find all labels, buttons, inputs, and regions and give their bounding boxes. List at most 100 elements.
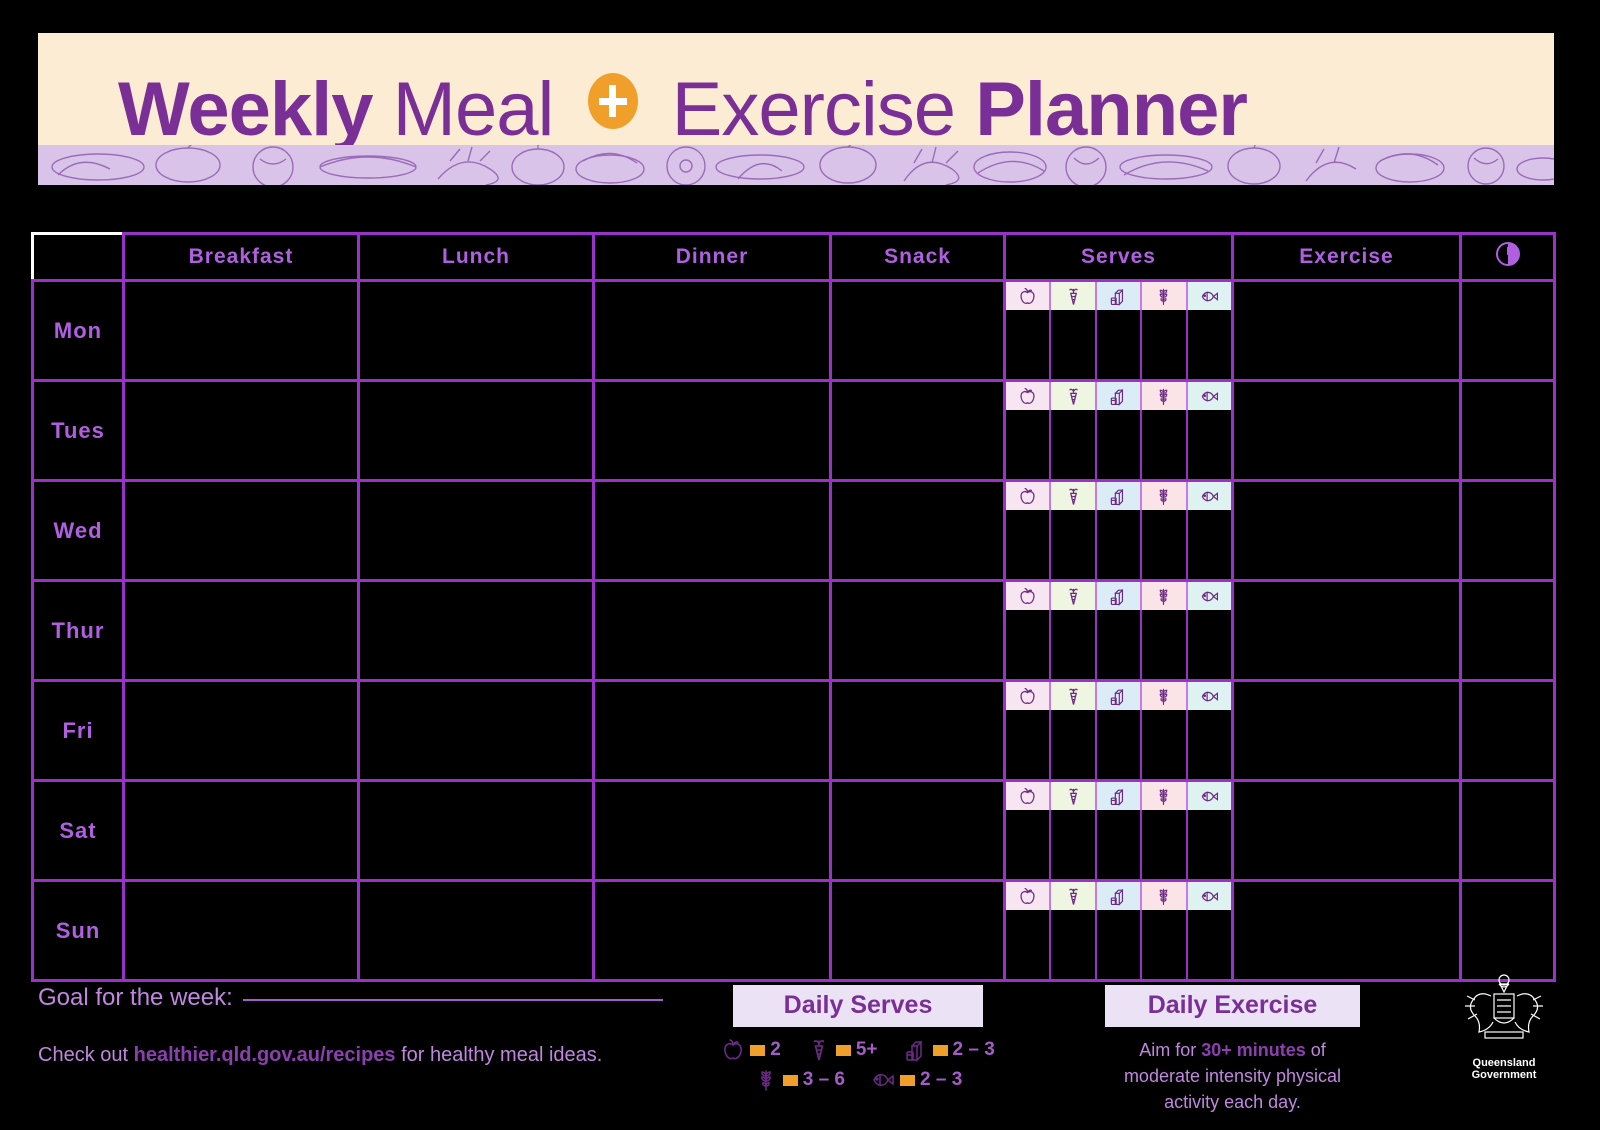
protein-icon <box>1187 282 1232 310</box>
serves-box-dairy-tues[interactable] <box>1097 410 1143 479</box>
duration-cell-mon[interactable] <box>1459 279 1556 382</box>
serves-box-dairy-wed[interactable] <box>1097 510 1143 579</box>
dairy-icon <box>904 1038 928 1062</box>
title-weekly: Weekly <box>118 67 374 152</box>
serves-box-fruit-sat[interactable] <box>1006 810 1052 879</box>
serves-box-dairy-fri[interactable] <box>1097 710 1143 779</box>
exercise-cell-tues[interactable] <box>1231 379 1462 482</box>
dinner-cell-mon[interactable] <box>592 279 832 382</box>
serves-box-fruit-wed[interactable] <box>1006 510 1052 579</box>
legend-item-dairy: 2 – 3 <box>904 1038 995 1062</box>
snack-cell-wed[interactable] <box>829 479 1006 582</box>
serves-box-grain-tues[interactable] <box>1142 410 1188 479</box>
serves-box-fruit-thur[interactable] <box>1006 610 1052 679</box>
grain-icon <box>1142 582 1188 610</box>
duration-cell-sat[interactable] <box>1459 779 1556 882</box>
serves-box-grain-sat[interactable] <box>1142 810 1188 879</box>
vegetable-icon <box>1051 582 1097 610</box>
serves-box-vegetable-mon[interactable] <box>1051 310 1097 379</box>
daily-exercise-title: Daily Exercise <box>1105 985 1360 1027</box>
serves-box-vegetable-fri[interactable] <box>1051 710 1097 779</box>
protein-icon <box>1187 482 1232 510</box>
snack-cell-tues[interactable] <box>829 379 1006 482</box>
snack-cell-mon[interactable] <box>829 279 1006 382</box>
table-row: Wed <box>31 479 1556 582</box>
serves-box-grain-wed[interactable] <box>1142 510 1188 579</box>
snack-cell-thur[interactable] <box>829 579 1006 682</box>
logo-line-2: Government <box>1471 1069 1537 1081</box>
breakfast-cell-thur[interactable] <box>122 579 360 682</box>
checkout-pre: Check out <box>38 1044 134 1066</box>
duration-cell-thur[interactable] <box>1459 579 1556 682</box>
day-label-tues: Tues <box>31 379 125 482</box>
exercise-cell-wed[interactable] <box>1231 479 1462 582</box>
serves-box-grain-fri[interactable] <box>1142 710 1188 779</box>
lunch-cell-wed[interactable] <box>357 479 595 582</box>
dinner-cell-fri[interactable] <box>592 679 832 782</box>
dinner-cell-sat[interactable] <box>592 779 832 882</box>
serves-box-dairy-thur[interactable] <box>1097 610 1143 679</box>
lunch-cell-mon[interactable] <box>357 279 595 382</box>
recipes-link[interactable]: healthier.qld.gov.au/recipes <box>134 1044 396 1066</box>
dairy-icon <box>1096 282 1143 310</box>
serves-box-grain-mon[interactable] <box>1142 310 1188 379</box>
serves-box-protein-thur[interactable] <box>1188 610 1231 679</box>
lunch-cell-thur[interactable] <box>357 579 595 682</box>
table-body: Mon Tues Wed Thur Fri Sat Sun <box>31 279 1556 982</box>
exercise-cell-thur[interactable] <box>1231 579 1462 682</box>
duration-cell-tues[interactable] <box>1459 379 1556 482</box>
lunch-cell-tues[interactable] <box>357 379 595 482</box>
serves-box-fruit-fri[interactable] <box>1006 710 1052 779</box>
serves-box-protein-wed[interactable] <box>1188 510 1231 579</box>
serves-box-dairy-sat[interactable] <box>1097 810 1143 879</box>
serves-tick-row <box>1006 410 1231 479</box>
serves-box-vegetable-thur[interactable] <box>1051 610 1097 679</box>
breakfast-cell-sat[interactable] <box>122 779 360 882</box>
serves-box-protein-fri[interactable] <box>1188 710 1231 779</box>
breakfast-cell-fri[interactable] <box>122 679 360 782</box>
dinner-cell-tues[interactable] <box>592 379 832 482</box>
legend-item-fruit: 2 <box>721 1038 781 1062</box>
serves-box-vegetable-wed[interactable] <box>1051 510 1097 579</box>
serves-box-vegetable-tues[interactable] <box>1051 410 1097 479</box>
grain-icon <box>1142 882 1188 910</box>
goal-input-line[interactable] <box>242 999 663 1001</box>
fruit-icon <box>721 1038 745 1062</box>
fruit-icon <box>1006 782 1052 810</box>
serves-cell-sat <box>1003 779 1234 882</box>
serves-box-grain-thur[interactable] <box>1142 610 1188 679</box>
grain-icon <box>1142 482 1188 510</box>
breakfast-cell-tues[interactable] <box>122 379 360 482</box>
serves-box-fruit-tues[interactable] <box>1006 410 1052 479</box>
breakfast-cell-mon[interactable] <box>122 279 360 382</box>
serves-tick-row <box>1006 610 1231 679</box>
serves-box-protein-tues[interactable] <box>1188 410 1231 479</box>
snack-cell-fri[interactable] <box>829 679 1006 782</box>
dinner-cell-thur[interactable] <box>592 579 832 682</box>
exercise-cell-fri[interactable] <box>1231 679 1462 782</box>
serves-box-protein-sat[interactable] <box>1188 810 1231 879</box>
serves-box-vegetable-sat[interactable] <box>1051 810 1097 879</box>
exercise-cell-sat[interactable] <box>1231 779 1462 882</box>
goal-for-week: Goal for the week: <box>38 984 663 1012</box>
breakfast-cell-wed[interactable] <box>122 479 360 582</box>
protein-icon <box>1187 682 1232 710</box>
serves-box-fruit-mon[interactable] <box>1006 310 1052 379</box>
equals-marker <box>900 1074 915 1086</box>
duration-cell-fri[interactable] <box>1459 679 1556 782</box>
fruit-icon <box>1006 382 1052 410</box>
coat-of-arms-icon <box>1465 974 1543 1039</box>
lunch-cell-fri[interactable] <box>357 679 595 782</box>
lunch-cell-sat[interactable] <box>357 779 595 882</box>
goal-label: Goal for the week: <box>38 984 233 1011</box>
day-label-sat: Sat <box>31 779 125 882</box>
legend-value-dairy: 2 – 3 <box>952 1039 995 1060</box>
serves-box-protein-mon[interactable] <box>1188 310 1231 379</box>
snack-cell-sat[interactable] <box>829 779 1006 882</box>
table-row: Tues <box>31 379 1556 482</box>
exercise-cell-mon[interactable] <box>1231 279 1462 382</box>
daily-exercise-legend: Daily Exercise Aim for 30+ minutes of mo… <box>1105 985 1360 1115</box>
dinner-cell-wed[interactable] <box>592 479 832 582</box>
duration-cell-wed[interactable] <box>1459 479 1556 582</box>
serves-box-dairy-mon[interactable] <box>1097 310 1143 379</box>
